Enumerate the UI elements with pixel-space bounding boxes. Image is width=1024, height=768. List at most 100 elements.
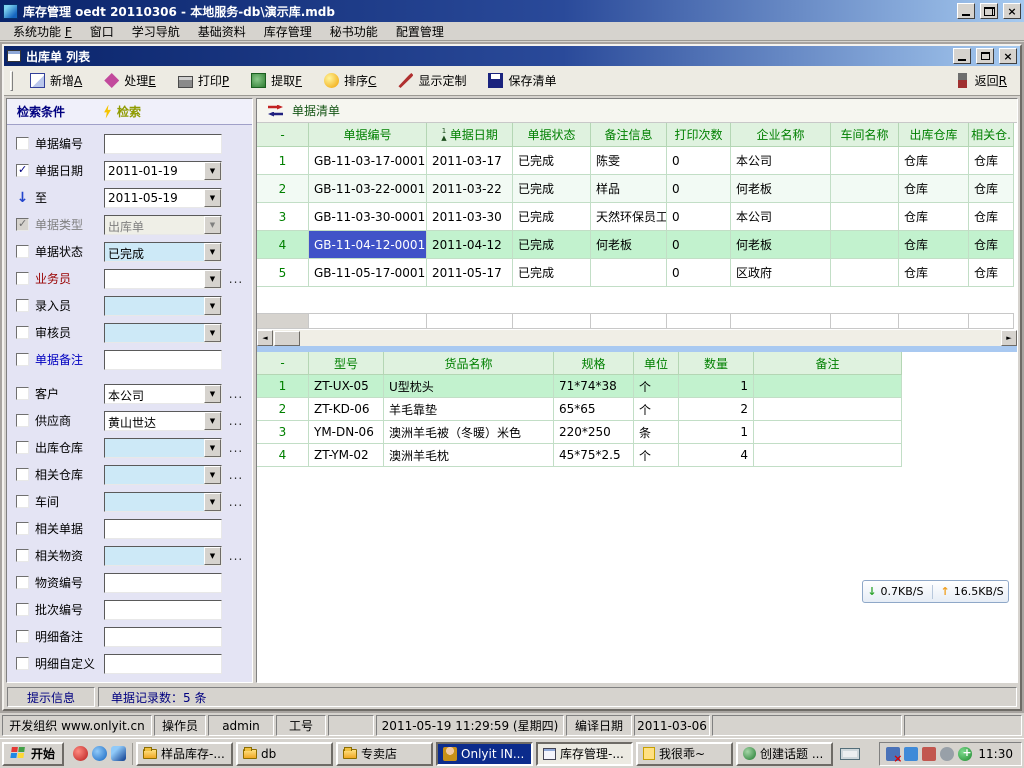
doc-table-row[interactable]: 5GB-11-05-17-00012011-05-17已完成0区政府仓库仓库 bbox=[257, 259, 1017, 287]
detail-table-row[interactable]: 1ZT-UX-05U型枕头71*74*38个1 bbox=[257, 375, 1017, 398]
doc-column-header[interactable]: 企业名称 bbox=[731, 123, 831, 147]
detail-table-cell[interactable]: 羊毛靠垫 bbox=[384, 398, 554, 421]
filter-checkbox[interactable] bbox=[16, 657, 29, 670]
filter-text-input[interactable] bbox=[104, 627, 222, 647]
detail-column-header[interactable]: 型号 bbox=[309, 352, 384, 375]
doc-table-cell[interactable]: GB-11-04-12-0001 bbox=[309, 231, 427, 259]
filter-checkbox[interactable] bbox=[16, 522, 29, 535]
detail-table-cell[interactable]: 个 bbox=[634, 375, 679, 398]
filter-checkbox[interactable] bbox=[16, 414, 29, 427]
doc-table-cell[interactable]: 2011-03-17 bbox=[427, 147, 513, 175]
detail-table-cell[interactable] bbox=[754, 398, 902, 421]
doc-table-cell[interactable]: 2011-03-22 bbox=[427, 175, 513, 203]
filter-combo[interactable]: ▼ bbox=[104, 465, 222, 485]
toolbar-grip[interactable] bbox=[10, 71, 13, 91]
filter-checkbox[interactable] bbox=[16, 137, 29, 150]
taskbar-button[interactable]: 创建话题 ... bbox=[736, 742, 833, 766]
more-button[interactable]: ... bbox=[228, 441, 244, 455]
detail-table-row[interactable]: 3YM-DN-06澳洲羊毛被（冬暖）米色220*250条1 bbox=[257, 421, 1017, 444]
doc-column-header[interactable]: 单据状态 bbox=[513, 123, 591, 147]
update-icon[interactable] bbox=[958, 747, 972, 761]
menu-item[interactable]: 秘书功能 bbox=[321, 21, 387, 42]
filter-text-input[interactable] bbox=[104, 350, 222, 370]
input-method-button[interactable] bbox=[836, 743, 864, 765]
toolbar-button[interactable]: 新增A bbox=[21, 69, 91, 92]
net-disabled-icon[interactable] bbox=[886, 747, 900, 761]
more-button[interactable]: ... bbox=[228, 414, 244, 428]
doc-table-cell[interactable] bbox=[831, 147, 899, 175]
filter-text-input[interactable] bbox=[104, 654, 222, 674]
doc-table-cell[interactable]: 已完成 bbox=[513, 175, 591, 203]
menu-item[interactable]: 窗口 bbox=[81, 21, 123, 42]
more-button[interactable]: ... bbox=[228, 387, 244, 401]
taskbar-button[interactable]: 专卖店 bbox=[336, 742, 433, 766]
doc-table-cell[interactable]: 仓库 bbox=[969, 231, 1014, 259]
filter-checkbox[interactable] bbox=[16, 441, 29, 454]
detail-table-row[interactable]: 2ZT-KD-06羊毛靠垫65*65个2 bbox=[257, 398, 1017, 421]
doc-table-cell[interactable]: GB-11-03-17-0001 bbox=[309, 147, 427, 175]
filter-combo[interactable]: ▼ bbox=[104, 546, 222, 566]
taskbar-button[interactable]: db bbox=[236, 742, 333, 766]
doc-table-cell[interactable]: 2011-04-12 bbox=[427, 231, 513, 259]
scroll-thumb[interactable] bbox=[274, 331, 300, 346]
filter-checkbox[interactable] bbox=[16, 630, 29, 643]
detail-column-header[interactable]: 单位 bbox=[634, 352, 679, 375]
combo-arrow-icon[interactable]: ▼ bbox=[204, 547, 221, 565]
detail-column-header[interactable]: 货品名称 bbox=[384, 352, 554, 375]
toolbar-button[interactable]: 返回R bbox=[946, 69, 1016, 92]
doc-column-header[interactable]: 打印次数 bbox=[667, 123, 731, 147]
doc-table-cell[interactable]: GB-11-03-30-0001 bbox=[309, 203, 427, 231]
detail-table-cell[interactable]: ZT-KD-06 bbox=[309, 398, 384, 421]
filter-checkbox[interactable] bbox=[16, 495, 29, 508]
filter-combo[interactable]: 2011-05-19▼ bbox=[104, 188, 222, 208]
filter-text-input[interactable] bbox=[104, 573, 222, 593]
filter-checkbox[interactable] bbox=[16, 218, 29, 231]
doc-column-header[interactable]: 备注信息 bbox=[591, 123, 667, 147]
menu-item[interactable]: 基础资料 bbox=[189, 21, 255, 42]
detail-table-cell[interactable] bbox=[754, 375, 902, 398]
combo-arrow-icon[interactable]: ▼ bbox=[204, 412, 221, 430]
taskbar-button[interactable]: Onlyit IN... bbox=[436, 742, 533, 766]
detail-table-cell[interactable]: 2 bbox=[257, 398, 309, 421]
filter-combo[interactable]: 本公司▼ bbox=[104, 384, 222, 404]
doc-table-cell[interactable]: 仓库 bbox=[899, 147, 969, 175]
doc-table-cell[interactable]: 已完成 bbox=[513, 259, 591, 287]
filter-checkbox[interactable] bbox=[16, 299, 29, 312]
detail-table-cell[interactable]: 4 bbox=[257, 444, 309, 467]
contacts-icon[interactable] bbox=[922, 747, 936, 761]
detail-table-cell[interactable]: ZT-UX-05 bbox=[309, 375, 384, 398]
doc-table-cell[interactable]: 何老板 bbox=[731, 175, 831, 203]
minimize-button[interactable] bbox=[957, 3, 975, 19]
menu-item[interactable]: 系统功能 F bbox=[4, 21, 81, 42]
doc-table-cell[interactable]: 仓库 bbox=[899, 259, 969, 287]
detail-table-cell[interactable]: 4 bbox=[679, 444, 754, 467]
combo-arrow-icon[interactable]: ▼ bbox=[204, 162, 221, 180]
doc-table-cell[interactable]: 仓库 bbox=[899, 203, 969, 231]
doc-table-cell[interactable]: 天然环保员工 bbox=[591, 203, 667, 231]
toolbar-button[interactable]: 打印P bbox=[169, 69, 238, 92]
horizontal-scrollbar[interactable]: ◄ ► bbox=[257, 329, 1017, 346]
menu-item[interactable]: 学习导航 bbox=[123, 21, 189, 42]
filter-combo[interactable]: ▼ bbox=[104, 296, 222, 316]
detail-table-cell[interactable]: ZT-YM-02 bbox=[309, 444, 384, 467]
taskbar-button[interactable]: 样品库存-... bbox=[136, 742, 233, 766]
doc-table-cell[interactable]: 仓库 bbox=[969, 259, 1014, 287]
toolbar-button[interactable]: 显示定制 bbox=[389, 69, 475, 92]
doc-table-cell[interactable]: 仓库 bbox=[969, 203, 1014, 231]
detail-table-cell[interactable]: 1 bbox=[679, 375, 754, 398]
filter-text-input[interactable] bbox=[104, 519, 222, 539]
doc-table-cell[interactable]: 仓库 bbox=[899, 175, 969, 203]
filter-text-input[interactable] bbox=[104, 600, 222, 620]
detail-table-cell[interactable]: 1 bbox=[257, 375, 309, 398]
doc-table-cell[interactable]: 区政府 bbox=[731, 259, 831, 287]
doc-table-cell[interactable] bbox=[831, 259, 899, 287]
filter-checkbox[interactable] bbox=[16, 245, 29, 258]
filter-checkbox[interactable] bbox=[16, 576, 29, 589]
scroll-right-button[interactable]: ► bbox=[1001, 330, 1017, 346]
doc-table-cell[interactable]: 5 bbox=[257, 259, 309, 287]
filter-combo[interactable]: ▼ bbox=[104, 438, 222, 458]
doc-table-row[interactable]: 4GB-11-04-12-00012011-04-12已完成何老板0何老板仓库仓… bbox=[257, 231, 1017, 259]
filter-combo[interactable]: 出库单▼ bbox=[104, 215, 222, 235]
detail-column-header[interactable]: - bbox=[257, 352, 309, 375]
detail-table-cell[interactable] bbox=[754, 444, 902, 467]
